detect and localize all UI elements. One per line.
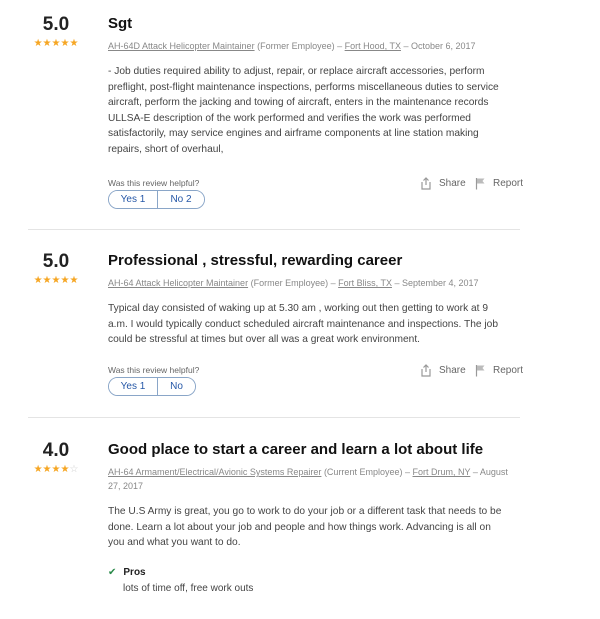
review-text: - Job duties required ability to adjust,… (108, 66, 499, 155)
star-icon: ★ (33, 275, 43, 286)
rating-block: 5.0 ★ ★ ★ ★ ★ (28, 14, 84, 49)
star-icon: ★ (60, 275, 70, 286)
review-divider (28, 417, 520, 418)
helpful-label: Was this review helpful? (108, 178, 200, 188)
location-link[interactable]: Fort Hood, TX (345, 41, 401, 51)
review-meta: AH-64D Attack Helicopter Maintainer (For… (108, 39, 508, 53)
star-icon: ★ (60, 38, 70, 49)
flag-icon (475, 364, 486, 377)
review-text: The U.S Army is great, you go to work to… (108, 506, 502, 548)
helpful-label: Was this review helpful? (108, 365, 200, 375)
review-body: Professional , stressful, rewarding care… (108, 251, 508, 348)
location-link[interactable]: Fort Bliss, TX (338, 278, 392, 288)
star-icon: ★ (51, 275, 61, 286)
share-label: Share (439, 365, 466, 376)
star-icon: ★ (69, 275, 79, 286)
pros-label: Pros (123, 567, 146, 578)
rating-number: 5.0 (42, 251, 70, 272)
helpful-vote-group: Yes 1 No 2 (108, 190, 205, 209)
share-label: Share (439, 178, 466, 189)
star-icon: ★ (51, 38, 61, 49)
review-card: 5.0 ★ ★ ★ ★ ★ Sgt AH-64D Attack Helicopter M… (28, 14, 528, 214)
star-icon: ★ (42, 464, 52, 475)
rating-number: 5.0 (42, 14, 70, 35)
review-date: – October 6, 2017 (403, 41, 476, 51)
rating-block: 5.0 ★ ★ ★ ★ ★ (28, 251, 84, 286)
helpful-vote-group: Yes 1 No (108, 377, 196, 396)
check-icon: ✔ (108, 567, 117, 578)
review-meta: AH-64 Armament/Electrical/Avionic System… (108, 465, 508, 493)
star-icon: ★ (60, 464, 70, 475)
review-divider (28, 229, 520, 230)
star-icon: ★ (33, 38, 43, 49)
report-label: Report (493, 365, 524, 376)
review-card: 5.0 ★ ★ ★ ★ ★ Professional , stressful, rewa… (28, 251, 528, 401)
employee-status: (Former Employee) – (257, 41, 343, 51)
star-rating: ★ ★ ★ ★ ★ (28, 39, 84, 49)
star-icon: ★ (51, 464, 61, 475)
employee-status: (Current Employee) – (323, 467, 410, 477)
review-meta: AH-64 Attack Helicopter Maintainer (Form… (108, 276, 508, 290)
star-rating: ★ ★ ★ ★ ☆ (28, 465, 84, 475)
review-body: Good place to start a career and learn a… (108, 440, 508, 551)
review-title: Professional , stressful, rewarding care… (108, 252, 403, 269)
review-date: – September 4, 2017 (394, 278, 479, 288)
employee-status: (Former Employee) – (250, 278, 336, 288)
review-card: 4.0 ★ ★ ★ ★ ☆ Good place to start a career a… (28, 440, 528, 610)
share-icon (420, 177, 432, 190)
vote-yes-button[interactable]: Yes 1 (109, 378, 157, 395)
star-icon: ★ (42, 275, 52, 286)
review-title: Sgt (108, 15, 133, 32)
location-link[interactable]: Fort Drum, NY (413, 467, 471, 477)
review-body: Sgt AH-64D Attack Helicopter Maintainer … (108, 14, 508, 157)
star-rating: ★ ★ ★ ★ ★ (28, 276, 84, 286)
review-title: Good place to start a career and learn a… (108, 441, 484, 458)
star-icon: ★ (69, 38, 79, 49)
job-title-link[interactable]: AH-64D Attack Helicopter Maintainer (108, 41, 255, 51)
report-button[interactable]: Report (475, 364, 523, 377)
rating-number: 4.0 (42, 440, 70, 461)
vote-no-button[interactable]: No (157, 378, 195, 395)
vote-no-button[interactable]: No 2 (157, 191, 204, 208)
star-icon: ★ (42, 38, 52, 49)
pros-header: ✔ Pros (108, 566, 253, 579)
job-title-link[interactable]: AH-64 Armament/Electrical/Avionic System… (108, 467, 321, 477)
share-button[interactable]: Share (420, 364, 466, 377)
report-button[interactable]: Report (475, 177, 523, 190)
star-empty-icon: ☆ (69, 464, 79, 475)
share-button[interactable]: Share (420, 177, 466, 190)
star-icon: ★ (33, 464, 43, 475)
flag-icon (475, 177, 486, 190)
pros-text: lots of time off, free work outs (123, 583, 254, 594)
job-title-link[interactable]: AH-64 Attack Helicopter Maintainer (108, 278, 248, 288)
vote-yes-button[interactable]: Yes 1 (109, 191, 157, 208)
rating-block: 4.0 ★ ★ ★ ★ ☆ (28, 440, 84, 475)
report-label: Report (493, 178, 524, 189)
share-icon (420, 364, 432, 377)
review-text: Typical day consisted of waking up at 5.… (108, 303, 498, 345)
pros-section: ✔ Pros lots of time off, free work outs (108, 566, 253, 595)
